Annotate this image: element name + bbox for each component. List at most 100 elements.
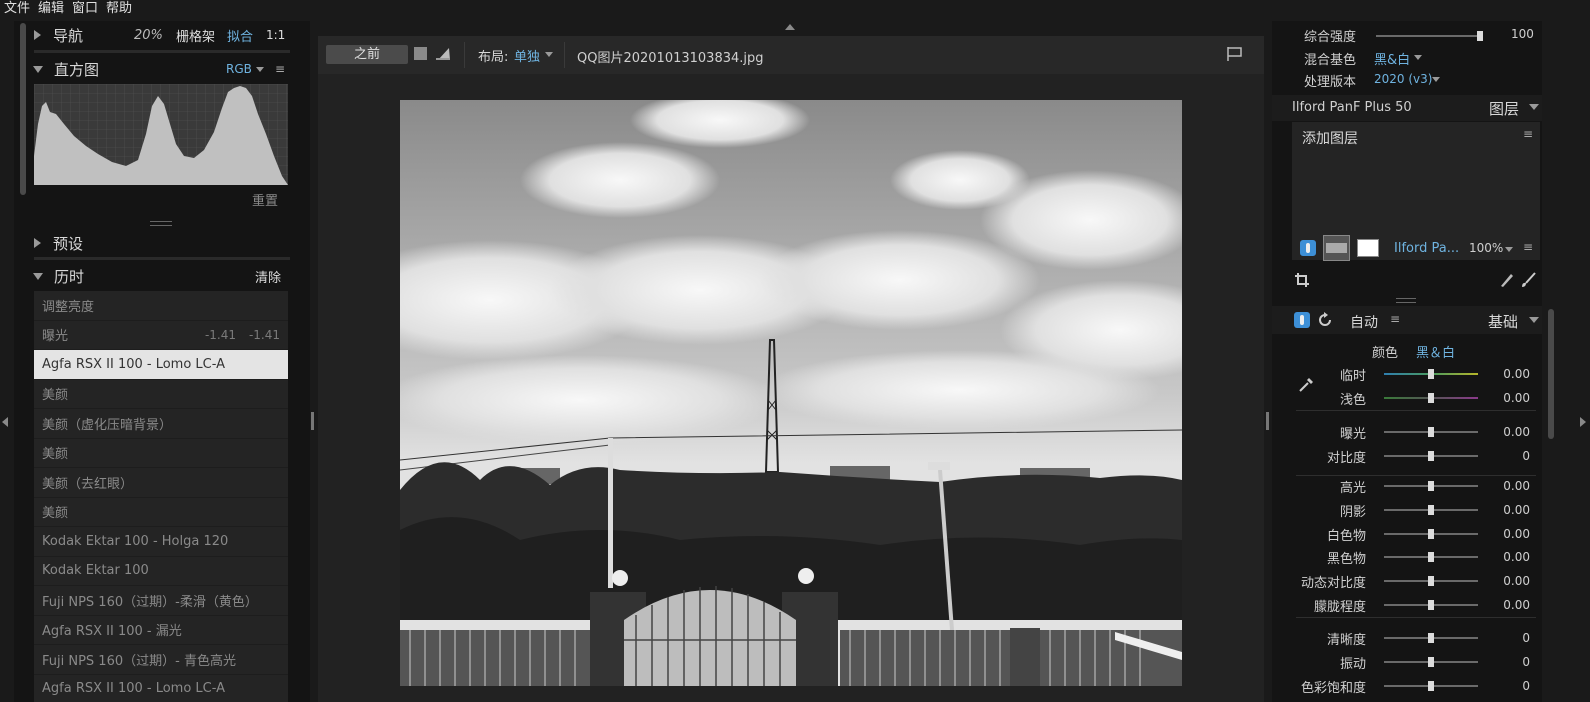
slider-track[interactable] bbox=[1384, 600, 1478, 610]
history-item[interactable]: Agfa RSX II 100 - 漏光 bbox=[34, 615, 288, 645]
layer-opacity[interactable]: 100% bbox=[1469, 241, 1503, 255]
slider-value[interactable]: 0.00 bbox=[1503, 503, 1530, 517]
menu-window[interactable]: 窗口 bbox=[68, 0, 102, 18]
slider-value[interactable]: 0.00 bbox=[1503, 598, 1530, 612]
slider-track[interactable] bbox=[1384, 505, 1478, 515]
slider-track[interactable] bbox=[1384, 529, 1478, 539]
add-layer-button[interactable]: 添加图层 bbox=[1302, 128, 1358, 148]
navigator-fit[interactable]: 拟合 bbox=[227, 26, 253, 45]
menu-edit[interactable]: 编辑 bbox=[34, 0, 68, 18]
history-clear-button[interactable]: 清除 bbox=[255, 267, 281, 286]
eraser-icon[interactable] bbox=[1498, 272, 1514, 288]
before-button[interactable]: 之前 bbox=[326, 45, 408, 64]
slider-knob[interactable] bbox=[1428, 505, 1434, 515]
square-view-icon[interactable] bbox=[414, 47, 427, 60]
photo-canvas[interactable] bbox=[330, 92, 1240, 686]
navigator-1to1[interactable]: 1:1 bbox=[266, 28, 285, 42]
layer-toggle[interactable] bbox=[1300, 240, 1316, 256]
history-item[interactable]: 美颜（虚化压暗背景） bbox=[34, 409, 288, 439]
slider-knob[interactable] bbox=[1428, 681, 1434, 691]
slider-track[interactable] bbox=[1384, 576, 1478, 586]
blend-base-value[interactable]: 黑&白 bbox=[1374, 49, 1410, 68]
slider-track[interactable] bbox=[1384, 427, 1478, 437]
slider-knob[interactable] bbox=[1428, 657, 1434, 667]
slider-knob[interactable] bbox=[1428, 552, 1434, 562]
slider-value[interactable]: 0.00 bbox=[1503, 391, 1530, 405]
layer-thumbnail[interactable] bbox=[1323, 235, 1350, 261]
layers-title[interactable]: 图层 bbox=[1489, 98, 1519, 119]
slider-track[interactable] bbox=[1384, 451, 1478, 461]
color-value[interactable]: 黑＆白 bbox=[1416, 342, 1455, 361]
compare-icon[interactable] bbox=[436, 46, 452, 61]
history-item[interactable]: Kodak Ektar 100 bbox=[34, 556, 288, 586]
slider-value[interactable]: 0 bbox=[1522, 679, 1530, 693]
slider-track[interactable] bbox=[1384, 552, 1478, 562]
menu-icon[interactable]: ≡ bbox=[1523, 127, 1533, 141]
basic-toggle[interactable] bbox=[1294, 312, 1310, 328]
menu-icon[interactable]: ≡ bbox=[1390, 312, 1400, 326]
histogram-reset[interactable]: 重置 bbox=[252, 190, 278, 209]
slider-track[interactable] bbox=[1384, 633, 1478, 643]
histogram-header[interactable]: 直方图 RGB ≡ bbox=[14, 55, 310, 83]
slider-track[interactable] bbox=[1384, 369, 1478, 379]
menu-icon[interactable]: ≡ bbox=[275, 62, 285, 76]
strength-slider[interactable] bbox=[1376, 31, 1483, 41]
slider-knob[interactable] bbox=[1428, 451, 1434, 461]
menu-help[interactable]: 帮助 bbox=[102, 0, 136, 18]
right-scrollbar[interactable] bbox=[1548, 309, 1554, 439]
history-item[interactable]: 美颜 bbox=[34, 438, 288, 468]
slider-value[interactable]: 0.00 bbox=[1503, 574, 1530, 588]
panel-divider-left[interactable] bbox=[311, 412, 314, 430]
slider-value[interactable]: 0.00 bbox=[1503, 479, 1530, 493]
slider-value[interactable]: 0 bbox=[1522, 655, 1530, 669]
slider-value[interactable]: 0 bbox=[1522, 449, 1530, 463]
chevron-down-icon[interactable] bbox=[1505, 247, 1513, 252]
brush-icon[interactable] bbox=[1520, 272, 1536, 288]
slider-knob[interactable] bbox=[1428, 576, 1434, 586]
slider-track[interactable] bbox=[1384, 681, 1478, 691]
layer-name[interactable]: Ilford Pa... bbox=[1394, 241, 1459, 256]
presets-header[interactable]: 预设 bbox=[14, 229, 310, 257]
chevron-left-icon[interactable] bbox=[2, 417, 8, 427]
history-item[interactable]: Agfa RSX II 100 - Lomo LC-A bbox=[34, 350, 288, 380]
slider-knob[interactable] bbox=[1428, 481, 1434, 491]
slider-knob[interactable] bbox=[1428, 427, 1434, 437]
history-item[interactable]: Kodak Ektar 100 - Holga 120 bbox=[34, 527, 288, 557]
history-item[interactable]: 美颜 bbox=[34, 497, 288, 527]
chevron-up-icon[interactable] bbox=[785, 24, 795, 30]
history-item[interactable]: 调整亮度 bbox=[34, 291, 288, 321]
navigator-zoom[interactable]: 20% bbox=[134, 28, 163, 43]
basic-title[interactable]: 基础 bbox=[1488, 311, 1518, 332]
history-item[interactable]: 曝光 -1.41 -1.41 bbox=[34, 320, 288, 350]
slider-track[interactable] bbox=[1384, 481, 1478, 491]
slider-knob[interactable] bbox=[1428, 529, 1434, 539]
chevron-down-icon[interactable] bbox=[1529, 104, 1539, 110]
slider-value[interactable]: 0.00 bbox=[1503, 527, 1530, 541]
splitter-handle[interactable] bbox=[1396, 298, 1416, 303]
slider-knob[interactable] bbox=[1428, 600, 1434, 610]
layout-value[interactable]: 单独 bbox=[514, 46, 540, 65]
slider-knob[interactable] bbox=[1428, 369, 1434, 379]
histogram-channel[interactable]: RGB bbox=[226, 62, 252, 76]
layer-mask-thumbnail[interactable] bbox=[1357, 239, 1379, 257]
auto-button[interactable]: 自动 bbox=[1350, 312, 1378, 332]
flag-icon[interactable] bbox=[1226, 46, 1244, 62]
menu-file[interactable]: 文件 bbox=[0, 0, 34, 18]
slider-track[interactable] bbox=[1384, 393, 1478, 403]
history-item[interactable]: 美颜（去红眼） bbox=[34, 468, 288, 498]
splitter-handle[interactable] bbox=[150, 221, 172, 226]
strength-value[interactable]: 100 bbox=[1511, 27, 1534, 41]
slider-knob[interactable] bbox=[1428, 633, 1434, 643]
slider-knob[interactable] bbox=[1428, 393, 1434, 403]
menu-icon[interactable]: ≡ bbox=[1523, 240, 1533, 254]
navigator-header[interactable]: 导航 20% 栅格架 拟合 1:1 bbox=[14, 21, 310, 49]
slider-value[interactable]: 0.00 bbox=[1503, 367, 1530, 381]
panel-divider-right[interactable] bbox=[1266, 412, 1269, 430]
navigator-grid[interactable]: 栅格架 bbox=[176, 26, 215, 45]
chevron-down-icon[interactable] bbox=[545, 52, 553, 57]
chevron-right-icon[interactable] bbox=[1580, 417, 1586, 427]
slider-value[interactable]: 0 bbox=[1522, 631, 1530, 645]
reset-icon[interactable] bbox=[1316, 311, 1334, 329]
slider-value[interactable]: 0.00 bbox=[1503, 550, 1530, 564]
slider-value[interactable]: 0.00 bbox=[1503, 425, 1530, 439]
